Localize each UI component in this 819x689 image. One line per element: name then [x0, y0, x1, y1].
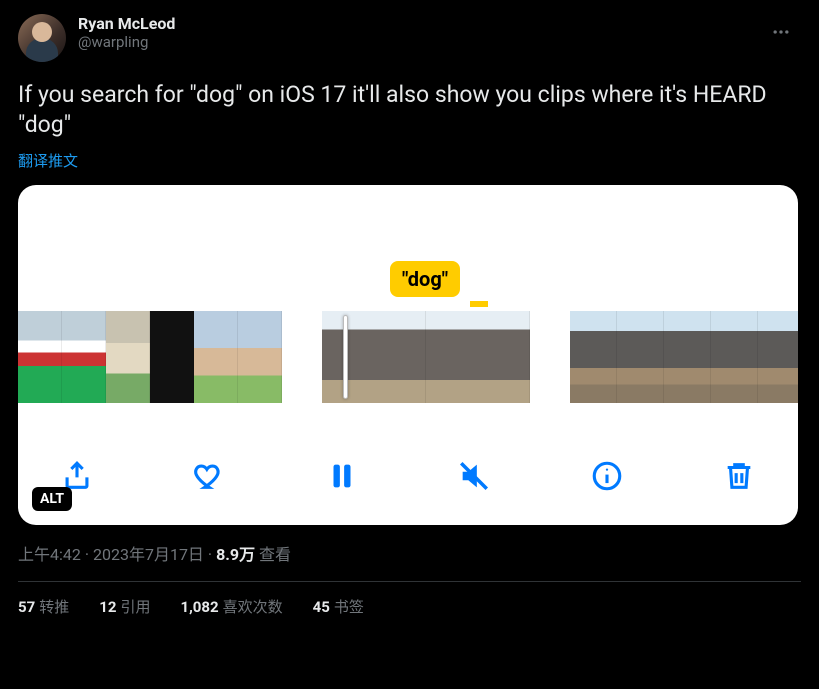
info-icon	[590, 459, 624, 493]
timeline-thumb	[150, 311, 194, 403]
tweet-container: Ryan McLeod @warpling If you search for …	[18, 14, 801, 617]
divider	[18, 581, 801, 582]
avatar[interactable]	[18, 14, 66, 62]
speaker-muted-icon	[457, 459, 491, 493]
delete-button[interactable]	[716, 453, 762, 503]
video-timeline[interactable]	[18, 311, 798, 403]
clip-group-2[interactable]	[322, 311, 530, 403]
pause-icon	[325, 459, 359, 493]
media-toolbar	[18, 453, 798, 503]
timeline-scrubber[interactable]	[343, 315, 348, 399]
more-button[interactable]	[765, 16, 797, 52]
timeline-thumb	[62, 311, 106, 403]
heart-icon	[192, 459, 226, 493]
timeline-thumb	[238, 311, 282, 403]
search-caption-badge: "dog"	[390, 261, 460, 297]
time-posted[interactable]: 上午4:42	[18, 545, 81, 564]
timeline-thumb	[194, 311, 238, 403]
clip-group-1[interactable]	[18, 311, 282, 403]
translate-link[interactable]: 翻译推文	[18, 150, 78, 171]
more-icon	[771, 22, 791, 42]
quotes-stat[interactable]: 12引用	[99, 596, 150, 617]
trash-icon	[722, 459, 756, 493]
mute-button[interactable]	[451, 453, 497, 503]
timeline-thumb	[106, 311, 150, 403]
view-count: 8.9万	[216, 545, 255, 564]
timeline-thumb	[617, 311, 664, 403]
tweet-text: If you search for "dog" on iOS 17 it'll …	[18, 80, 788, 140]
pause-button[interactable]	[319, 453, 365, 503]
bookmarks-stat[interactable]: 45书签	[313, 596, 364, 617]
date-posted[interactable]: 2023年7月17日	[93, 545, 204, 564]
tweet-header: Ryan McLeod @warpling	[18, 14, 801, 62]
favorite-button[interactable]	[186, 453, 232, 503]
retweets-stat[interactable]: 57转推	[18, 596, 69, 617]
timeline-thumb	[758, 311, 798, 403]
media-attachment[interactable]: "dog"	[18, 185, 798, 525]
engagement-row: 57转推 12引用 1,082喜欢次数 45书签	[18, 596, 801, 617]
caption-marker	[470, 301, 488, 307]
timeline-thumb	[322, 311, 426, 403]
timeline-thumb	[570, 311, 617, 403]
tweet-meta: 上午4:42 · 2023年7月17日 · 8.9万 查看	[18, 541, 801, 565]
display-name: Ryan McLeod	[78, 14, 175, 33]
handle: @warpling	[78, 33, 175, 51]
timeline-thumb	[426, 311, 530, 403]
author-names[interactable]: Ryan McLeod @warpling	[78, 14, 175, 51]
clip-group-3[interactable]	[570, 311, 798, 403]
info-button[interactable]	[584, 453, 630, 503]
alt-badge[interactable]: ALT	[32, 487, 72, 511]
timeline-thumb	[664, 311, 711, 403]
timeline-thumb	[711, 311, 758, 403]
view-label: 查看	[255, 545, 291, 564]
likes-stat[interactable]: 1,082喜欢次数	[180, 596, 282, 617]
timeline-thumb	[18, 311, 62, 403]
